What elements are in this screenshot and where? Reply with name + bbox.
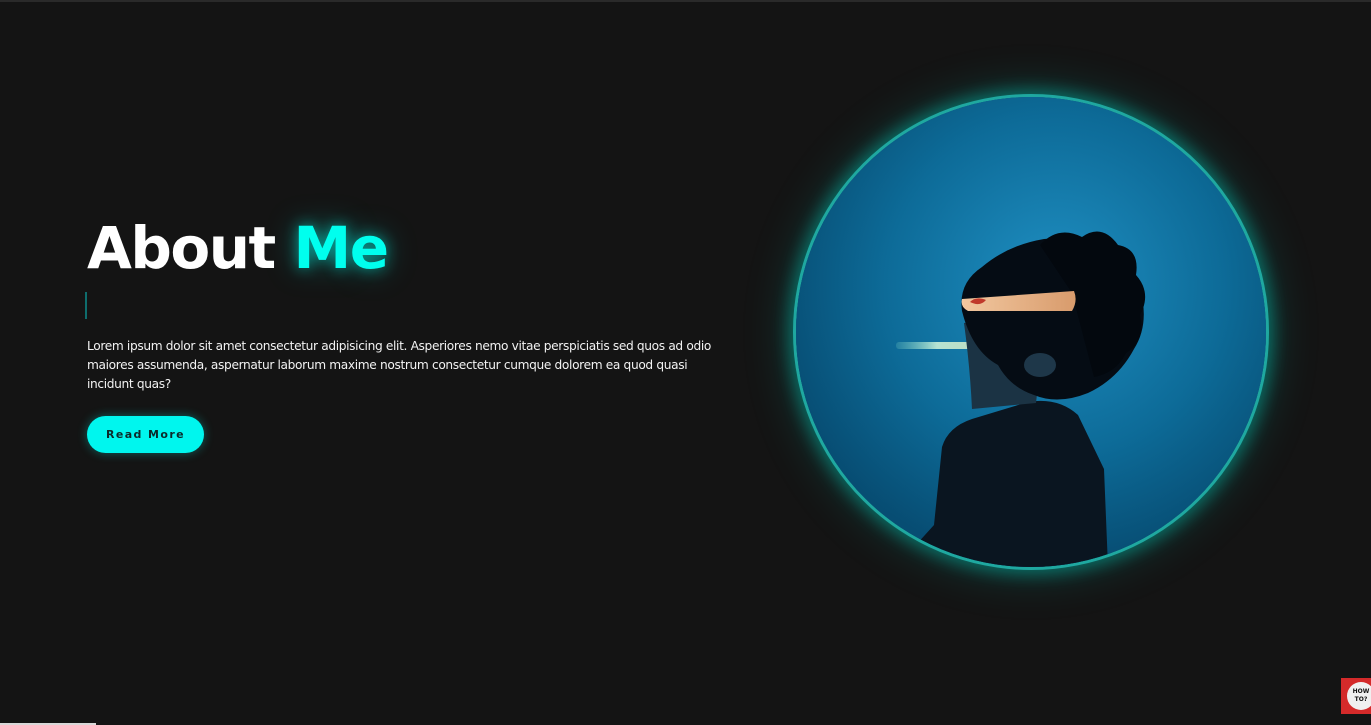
corner-badge[interactable]: HOW TO? [1341, 678, 1371, 714]
badge-line-2: TO? [1354, 696, 1368, 703]
heading-accent-text: Me [293, 214, 389, 282]
portrait-photo [796, 97, 1266, 567]
badge-line-1: HOW [1352, 688, 1370, 695]
heading-divider [85, 292, 87, 319]
about-text-block: About Me Lorem ipsum dolor sit amet cons… [85, 214, 727, 453]
howto-logo-icon: HOW TO? [1347, 682, 1371, 710]
heading-main-text: About [87, 214, 276, 282]
about-heading: About Me [87, 214, 727, 282]
about-section: About Me Lorem ipsum dolor sit amet cons… [0, 0, 1371, 725]
read-more-button[interactable]: Read More [87, 416, 204, 453]
about-photo [796, 97, 1266, 567]
about-description: Lorem ipsum dolor sit amet consectetur a… [87, 339, 711, 391]
